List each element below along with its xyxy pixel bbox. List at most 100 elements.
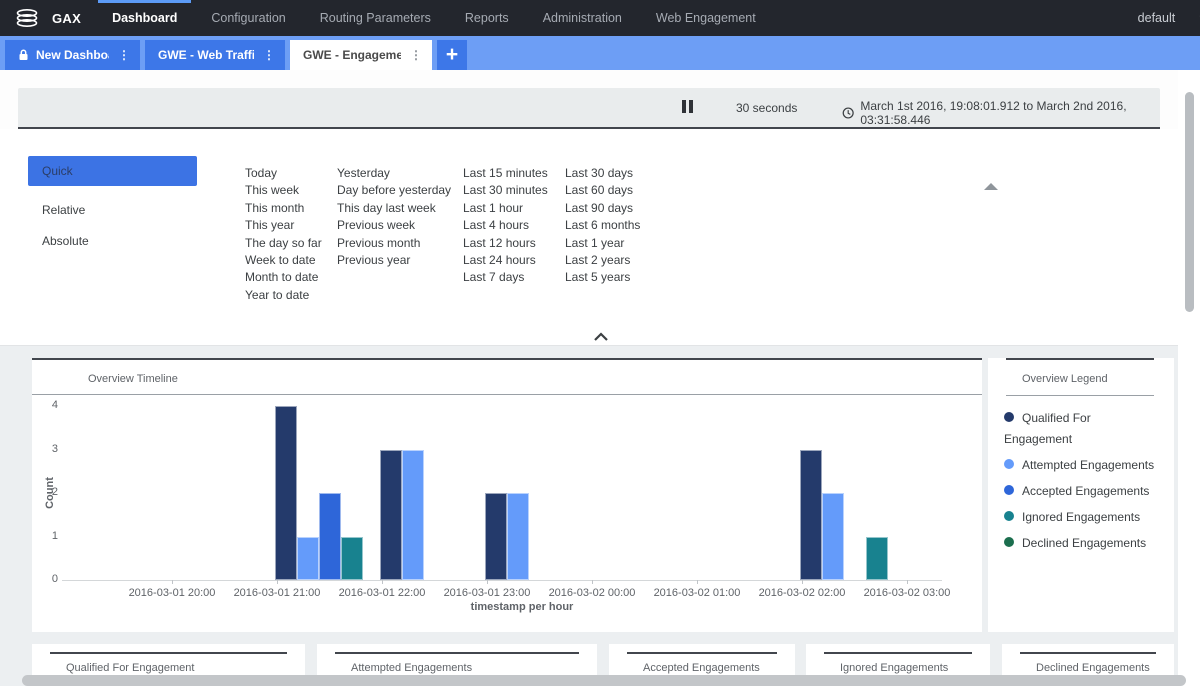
legend-item-qualified-for-engagement[interactable]: Qualified For Engagement xyxy=(988,408,1174,450)
clock-icon xyxy=(842,106,854,120)
quick-option-today[interactable]: Today xyxy=(245,165,322,182)
nav-item-reports[interactable]: Reports xyxy=(448,0,526,36)
panel-attempted-engagements: Attempted Engagements xyxy=(317,644,597,696)
quick-option-last-7-days[interactable]: Last 7 days xyxy=(463,269,548,286)
legend-dot-icon xyxy=(1004,412,1014,422)
nav-item-administration[interactable]: Administration xyxy=(526,0,639,36)
legend-item-accepted-engagements[interactable]: Accepted Engagements xyxy=(988,481,1174,502)
dashboard-tab-gwe-web-traffic-t[interactable]: GWE - Web Traffic T..⋮ xyxy=(145,40,285,70)
x-axis-label: timestamp per hour xyxy=(422,601,622,613)
tab-menu-icon[interactable]: ⋮ xyxy=(407,48,425,62)
bar-qualified-for-engagement[interactable] xyxy=(275,406,297,580)
quick-option-last-4-hours[interactable]: Last 4 hours xyxy=(463,217,548,234)
x-tick-label: 2016-03-01 22:00 xyxy=(327,587,437,599)
bar-attempted-engagements[interactable] xyxy=(822,493,844,580)
nav-items: DashboardConfigurationRouting Parameters… xyxy=(95,0,773,36)
quick-option-last-5-years[interactable]: Last 5 years xyxy=(565,269,640,286)
x-tick-label: 2016-03-02 03:00 xyxy=(852,587,962,599)
quick-option-last-24-hours[interactable]: Last 24 hours xyxy=(463,252,548,269)
quick-option-last-12-hours[interactable]: Last 12 hours xyxy=(463,235,548,252)
nav-item-dashboard[interactable]: Dashboard xyxy=(95,0,194,36)
timeline-bar-chart: Count timestamp per hour 012342016-03-01… xyxy=(32,395,982,632)
pause-button[interactable] xyxy=(682,100,696,113)
vertical-scrollbar xyxy=(1178,70,1200,686)
dashboard-tab-gwe-engagement[interactable]: GWE - Engagement ..⋮ xyxy=(290,40,432,70)
quick-option-last-60-days[interactable]: Last 60 days xyxy=(565,182,640,199)
legend-dot-icon xyxy=(1004,459,1014,469)
quick-option-this-year[interactable]: This year xyxy=(245,217,322,234)
legend-item-declined-engagements[interactable]: Declined Engagements xyxy=(988,533,1174,554)
add-dashboard-button[interactable]: + xyxy=(437,40,467,70)
bar-attempted-engagements[interactable] xyxy=(507,493,529,580)
bar-qualified-for-engagement[interactable] xyxy=(485,493,507,580)
x-axis-line xyxy=(62,580,942,581)
quick-option-previous-year[interactable]: Previous year xyxy=(337,252,451,269)
divider xyxy=(1006,395,1154,396)
x-tick-mark xyxy=(382,580,383,584)
panel-caret-icon xyxy=(984,183,998,190)
time-range-button[interactable]: March 1st 2016, 19:08:01.912 to March 2n… xyxy=(842,99,1160,127)
nav-item-web-engagement[interactable]: Web Engagement xyxy=(639,0,773,36)
quick-option-day-before-yesterday[interactable]: Day before yesterday xyxy=(337,182,451,199)
x-tick-mark xyxy=(277,580,278,584)
quick-option-last-90-days[interactable]: Last 90 days xyxy=(565,200,640,217)
quick-option-yesterday[interactable]: Yesterday xyxy=(337,165,451,182)
bar-qualified-for-engagement[interactable] xyxy=(800,450,822,581)
panel-title: Accepted Engagements xyxy=(643,662,795,674)
bar-attempted-engagements[interactable] xyxy=(297,537,319,581)
bar-attempted-engagements[interactable] xyxy=(402,450,424,581)
legend-item-attempted-engagements[interactable]: Attempted Engagements xyxy=(988,455,1174,476)
horizontal-scrollbar-thumb[interactable] xyxy=(22,675,1186,686)
overview-timeline-card: Overview Timeline Count timestamp per ho… xyxy=(32,358,982,632)
dashboard-tab-bar: New Dashboard⋮GWE - Web Traffic T..⋮GWE … xyxy=(0,36,1200,70)
time-picker-tab-quick[interactable]: Quick xyxy=(28,156,197,186)
divider xyxy=(335,652,579,654)
quick-option-year-to-date[interactable]: Year to date xyxy=(245,287,322,304)
quick-option-last-30-minutes[interactable]: Last 30 minutes xyxy=(463,182,548,199)
x-tick-label: 2016-03-01 20:00 xyxy=(117,587,227,599)
collapse-panel-button[interactable] xyxy=(588,330,614,344)
quick-option-last-2-years[interactable]: Last 2 years xyxy=(565,252,640,269)
nav-item-routing-parameters[interactable]: Routing Parameters xyxy=(303,0,448,36)
top-nav-bar: GAX DashboardConfigurationRouting Parame… xyxy=(0,0,1200,36)
quick-options-column: YesterdayDay before yesterdayThis day la… xyxy=(337,165,451,269)
vertical-scrollbar-thumb[interactable] xyxy=(1185,92,1194,312)
quick-option-this-week[interactable]: This week xyxy=(245,182,322,199)
refresh-interval[interactable]: 30 seconds xyxy=(736,101,797,115)
quick-option-last-15-minutes[interactable]: Last 15 minutes xyxy=(463,165,548,182)
time-picker-tab-relative[interactable]: Relative xyxy=(28,195,197,225)
overview-legend-card: Overview Legend Qualified For Engagement… xyxy=(988,358,1174,632)
x-tick-label: 2016-03-02 00:00 xyxy=(537,587,647,599)
bar-qualified-for-engagement[interactable] xyxy=(380,450,402,581)
nav-item-configuration[interactable]: Configuration xyxy=(194,0,302,36)
y-tick-label: 4 xyxy=(36,399,58,411)
bar-ignored-engagements[interactable] xyxy=(341,537,363,581)
legend-item-ignored-engagements[interactable]: Ignored Engagements xyxy=(988,507,1174,528)
quick-option-previous-month[interactable]: Previous month xyxy=(337,235,451,252)
quick-option-this-month[interactable]: This month xyxy=(245,200,322,217)
legend-dot-icon xyxy=(1004,511,1014,521)
tab-menu-icon[interactable]: ⋮ xyxy=(260,48,278,62)
quick-option-last-6-months[interactable]: Last 6 months xyxy=(565,217,640,234)
quick-option-last-1-hour[interactable]: Last 1 hour xyxy=(463,200,548,217)
panel-declined-engagements: Declined Engagements xyxy=(1002,644,1174,696)
chevron-up-icon xyxy=(593,332,609,342)
quick-option-week-to-date[interactable]: Week to date xyxy=(245,252,322,269)
time-picker-tab-absolute[interactable]: Absolute xyxy=(28,226,197,256)
bar-accepted-engagements[interactable] xyxy=(319,493,341,580)
y-tick-label: 0 xyxy=(36,573,58,585)
bar-ignored-engagements[interactable] xyxy=(866,537,888,581)
tab-menu-icon[interactable]: ⋮ xyxy=(115,48,133,62)
quick-options-column: Last 15 minutesLast 30 minutesLast 1 hou… xyxy=(463,165,548,287)
quick-option-month-to-date[interactable]: Month to date xyxy=(245,269,322,286)
quick-option-this-day-last-week[interactable]: This day last week xyxy=(337,200,451,217)
quick-option-last-30-days[interactable]: Last 30 days xyxy=(565,165,640,182)
panel-title: Attempted Engagements xyxy=(351,662,597,674)
tenant-selector[interactable]: default xyxy=(1138,11,1176,25)
quick-option-last-1-year[interactable]: Last 1 year xyxy=(565,235,640,252)
quick-option-previous-week[interactable]: Previous week xyxy=(337,217,451,234)
quick-option-the-day-so-far[interactable]: The day so far xyxy=(245,235,322,252)
divider xyxy=(50,652,287,654)
dashboard-tab-new-dashboard[interactable]: New Dashboard⋮ xyxy=(5,40,140,70)
x-tick-label: 2016-03-02 01:00 xyxy=(642,587,752,599)
